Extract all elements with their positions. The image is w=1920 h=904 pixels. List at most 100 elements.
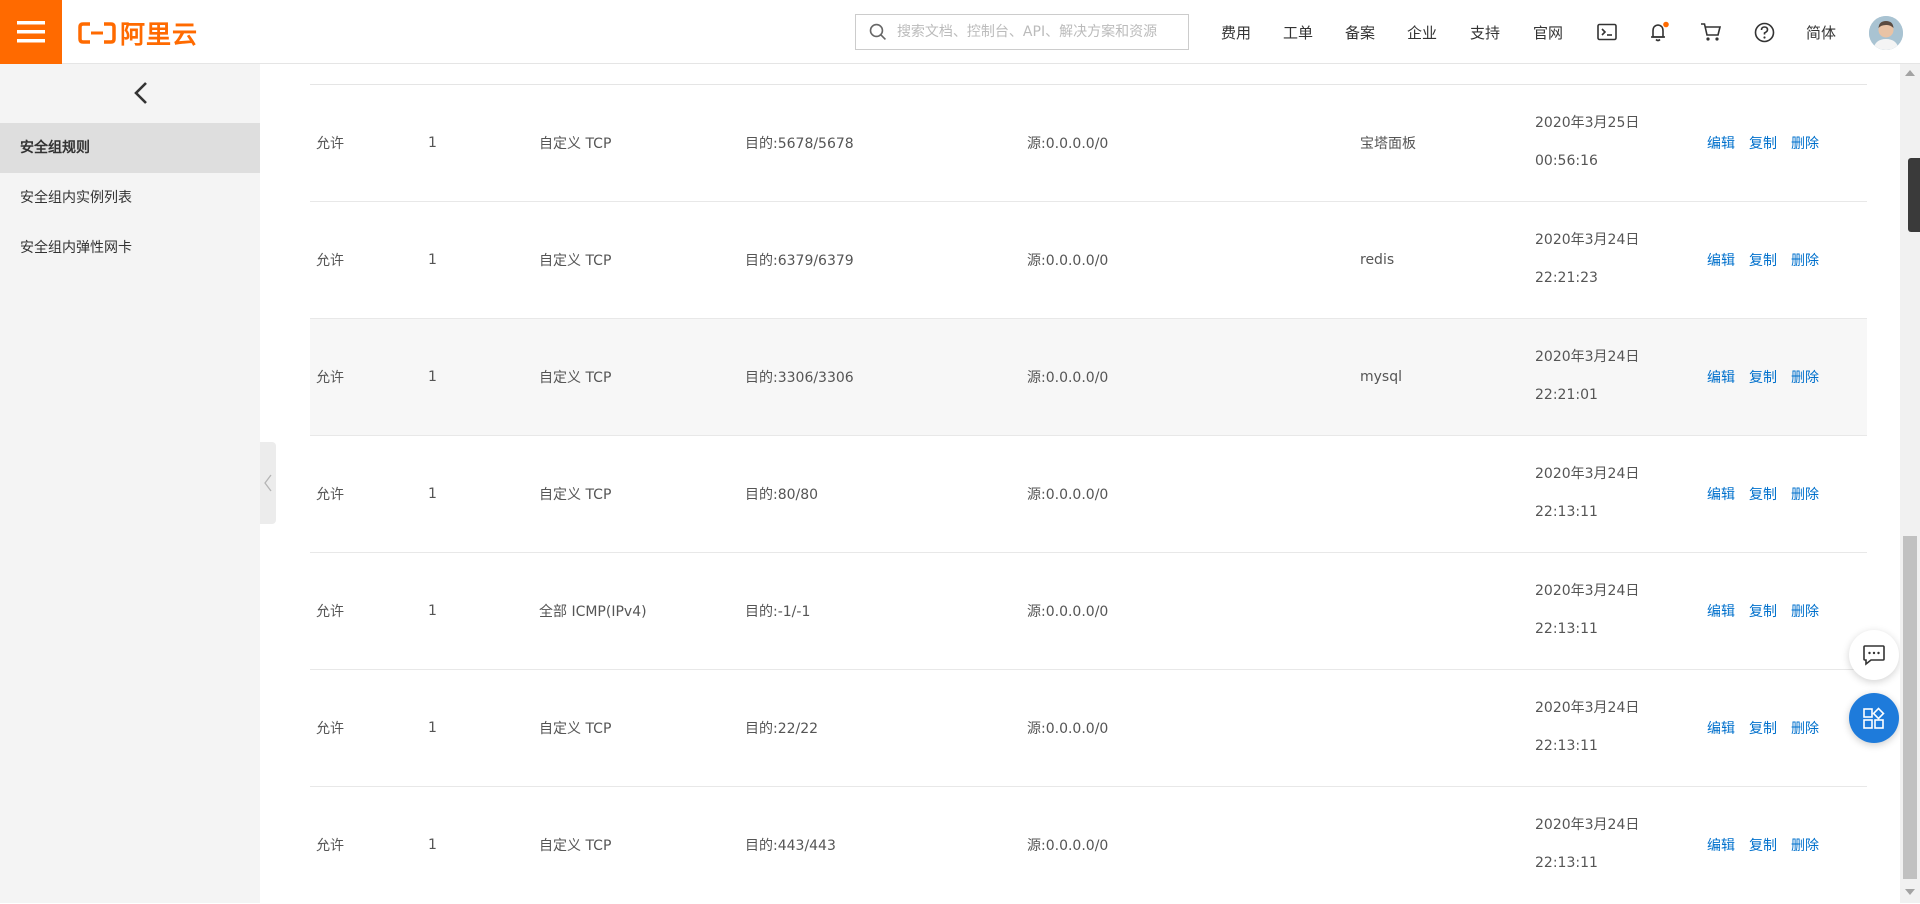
rule-policy: 允许: [316, 838, 344, 854]
rule-port-range: 目的:5678/5678: [745, 136, 854, 152]
chevron-left-icon: [134, 82, 147, 104]
rule-source: 源:0.0.0.0/0: [1027, 253, 1109, 269]
table-row: 允许 1 自定义 TCP 目的:443/443 源:0.0.0.0/0 2020…: [310, 787, 1867, 904]
delete-link[interactable]: 删除: [1791, 835, 1819, 855]
rule-source: 源:0.0.0.0/0: [1027, 604, 1109, 620]
rule-priority: 1: [428, 837, 437, 853]
hamburger-menu-button[interactable]: [0, 0, 62, 64]
global-search[interactable]: [855, 14, 1189, 50]
rule-protocol: 自定义 TCP: [539, 721, 612, 737]
row-actions: 编辑 复制 删除: [1707, 202, 1833, 318]
rule-created-date: 2020年3月24日: [1535, 583, 1640, 599]
copy-link[interactable]: 复制: [1749, 835, 1777, 855]
menu-icon: [17, 21, 45, 43]
help-icon[interactable]: [1752, 20, 1776, 44]
scrollbar-thumb[interactable]: [1903, 536, 1917, 879]
sidebar-collapse-tab[interactable]: [260, 442, 276, 524]
edit-link[interactable]: 编辑: [1707, 484, 1735, 504]
rule-source: 源:0.0.0.0/0: [1027, 370, 1109, 386]
nav-tickets[interactable]: 工单: [1283, 0, 1313, 64]
rule-port-range: 目的:80/80: [745, 487, 819, 503]
bell-icon[interactable]: [1647, 20, 1671, 44]
rule-policy: 允许: [316, 253, 344, 269]
rule-description: 宝塔面板: [1360, 136, 1416, 152]
copy-link[interactable]: 复制: [1749, 250, 1777, 270]
table-row: 允许 1 自定义 TCP 目的:80/80 源:0.0.0.0/0 2020年3…: [310, 436, 1867, 553]
rule-created-time: 22:13:11: [1535, 504, 1598, 520]
nav-filing[interactable]: 备案: [1345, 0, 1375, 64]
row-actions: 编辑 复制 删除: [1707, 436, 1833, 552]
edit-link[interactable]: 编辑: [1707, 367, 1735, 387]
sidebar-item-security-group-rules[interactable]: 安全组规则: [0, 123, 260, 173]
rule-policy: 允许: [316, 370, 344, 386]
edit-link[interactable]: 编辑: [1707, 250, 1735, 270]
cart-icon[interactable]: [1699, 20, 1723, 44]
search-icon: [869, 23, 887, 41]
delete-link[interactable]: 删除: [1791, 484, 1819, 504]
edit-link[interactable]: 编辑: [1707, 718, 1735, 738]
rule-port-range: 目的:6379/6379: [745, 253, 854, 269]
chat-float-button[interactable]: [1849, 630, 1899, 680]
rule-protocol: 自定义 TCP: [539, 136, 612, 152]
copy-link[interactable]: 复制: [1749, 367, 1777, 387]
delete-link[interactable]: 删除: [1791, 367, 1819, 387]
rule-port-range: 目的:443/443: [745, 838, 836, 854]
table-row: 允许 1 自定义 TCP 目的:3306/3306 源:0.0.0.0/0 my…: [310, 319, 1867, 436]
rule-priority: 1: [428, 603, 437, 619]
table-row: 允许 1 全部 ICMP(IPv4) 目的:-1/-1 源:0.0.0.0/0 …: [310, 553, 1867, 670]
rule-protocol: 全部 ICMP(IPv4): [539, 604, 647, 620]
rule-policy: 允许: [316, 487, 344, 503]
rule-created-date: 2020年3月24日: [1535, 700, 1640, 716]
language-switch[interactable]: 简体: [1806, 0, 1836, 64]
rule-created-time: 22:21:01: [1535, 387, 1598, 403]
top-navbar: 阿里云 费用 工单 备案 企业 支持 官网: [0, 0, 1920, 64]
rule-created-date: 2020年3月24日: [1535, 466, 1640, 482]
rule-protocol: 自定义 TCP: [539, 370, 612, 386]
rule-created-time: 22:21:23: [1535, 270, 1598, 286]
apps-grid-icon: [1863, 707, 1885, 729]
table-row: 允许 1 自定义 TCP 目的:22/22 源:0.0.0.0/0 2020年3…: [310, 670, 1867, 787]
sidebar-item-eni-list[interactable]: 安全组内弹性网卡: [0, 223, 260, 273]
rule-port-range: 目的:-1/-1: [745, 604, 811, 620]
nav-fees[interactable]: 费用: [1221, 0, 1251, 64]
rule-created-date: 2020年3月24日: [1535, 817, 1640, 833]
delete-link[interactable]: 删除: [1791, 250, 1819, 270]
rule-source: 源:0.0.0.0/0: [1027, 838, 1109, 854]
copy-link[interactable]: 复制: [1749, 484, 1777, 504]
rule-created-date: 2020年3月24日: [1535, 232, 1640, 248]
rule-policy: 允许: [316, 136, 344, 152]
nav-support[interactable]: 支持: [1470, 0, 1500, 64]
terminal-icon[interactable]: [1595, 20, 1619, 44]
sidebar-item-instance-list[interactable]: 安全组内实例列表: [0, 173, 260, 223]
delete-link[interactable]: 删除: [1791, 133, 1819, 153]
copy-link[interactable]: 复制: [1749, 133, 1777, 153]
rule-port-range: 目的:22/22: [745, 721, 819, 737]
rule-description: redis: [1360, 252, 1395, 268]
edit-link[interactable]: 编辑: [1707, 601, 1735, 621]
sidebar-back-button[interactable]: [124, 76, 158, 110]
row-actions: 编辑 复制 删除: [1707, 553, 1833, 669]
aliyun-logo[interactable]: 阿里云: [78, 18, 198, 49]
scroll-down-arrow-icon[interactable]: [1904, 887, 1916, 897]
user-avatar[interactable]: [1869, 16, 1903, 50]
nav-enterprise[interactable]: 企业: [1407, 0, 1437, 64]
row-actions: 编辑 复制 删除: [1707, 85, 1833, 201]
rule-description: mysql: [1360, 369, 1402, 385]
copy-link[interactable]: 复制: [1749, 601, 1777, 621]
delete-link[interactable]: 删除: [1791, 718, 1819, 738]
rule-created-time: 00:56:16: [1535, 153, 1598, 169]
edit-link[interactable]: 编辑: [1707, 835, 1735, 855]
copy-link[interactable]: 复制: [1749, 718, 1777, 738]
edit-link[interactable]: 编辑: [1707, 133, 1735, 153]
search-input[interactable]: [894, 23, 1188, 41]
rule-protocol: 自定义 TCP: [539, 487, 612, 503]
scroll-up-arrow-icon[interactable]: [1904, 68, 1916, 78]
chevron-left-icon: [264, 474, 272, 492]
table-row: 允许 1 自定义 TCP 目的:5678/5678 源:0.0.0.0/0 宝塔…: [310, 85, 1867, 202]
delete-link[interactable]: 删除: [1791, 601, 1819, 621]
side-widget-tab[interactable]: [1908, 158, 1920, 232]
apps-float-button[interactable]: [1849, 693, 1899, 743]
nav-official-site[interactable]: 官网: [1533, 0, 1563, 64]
rule-priority: 1: [428, 720, 437, 736]
rule-source: 源:0.0.0.0/0: [1027, 487, 1109, 503]
